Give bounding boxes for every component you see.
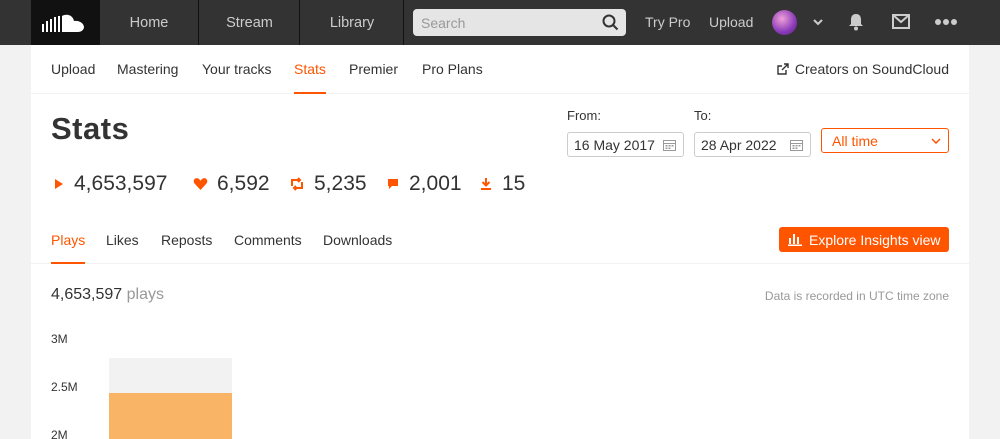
y-tick-label: 2M bbox=[51, 428, 68, 439]
plays-summary-unit: plays bbox=[126, 286, 164, 303]
plays-summary: 4,653,597 plays bbox=[51, 286, 164, 304]
tab-downloads[interactable]: Downloads bbox=[323, 217, 392, 264]
from-label: From: bbox=[567, 108, 601, 123]
more-icon[interactable] bbox=[935, 14, 957, 30]
external-link-icon bbox=[777, 63, 789, 75]
subnav-your-tracks[interactable]: Your tracks bbox=[202, 45, 272, 94]
soundcloud-logo[interactable] bbox=[31, 0, 99, 45]
avatar[interactable] bbox=[772, 10, 797, 35]
creators-link[interactable]: Creators on SoundCloud bbox=[777, 45, 949, 94]
bar-chart-icon bbox=[788, 234, 802, 246]
tab-reposts[interactable]: Reposts bbox=[161, 217, 212, 264]
plays-summary-value: 4,653,597 bbox=[51, 286, 123, 303]
explore-insights-button[interactable]: Explore Insights view bbox=[779, 227, 949, 252]
play-icon bbox=[55, 179, 63, 189]
nav-library[interactable]: Library bbox=[301, 0, 404, 45]
stat-comments-value: 2,001 bbox=[409, 172, 462, 195]
tab-likes[interactable]: Likes bbox=[106, 217, 139, 264]
stat-downloads-value: 15 bbox=[502, 172, 526, 195]
calendar-icon[interactable] bbox=[790, 139, 803, 151]
nav-stream[interactable]: Stream bbox=[200, 0, 300, 45]
to-label: To: bbox=[694, 108, 712, 123]
subnav-upload[interactable]: Upload bbox=[51, 45, 95, 94]
page-title: Stats bbox=[51, 111, 130, 146]
mail-icon[interactable] bbox=[892, 14, 910, 29]
stat-reposts: 5,235 bbox=[289, 172, 367, 196]
to-date-input[interactable]: 28 Apr 2022 bbox=[694, 132, 811, 157]
subnav-pro-plans[interactable]: Pro Plans bbox=[422, 45, 483, 94]
subnav-mastering[interactable]: Mastering bbox=[117, 45, 178, 94]
stat-plays-value: 4,653,597 bbox=[74, 172, 168, 195]
soundcloud-logo-icon bbox=[42, 14, 84, 32]
upload-link[interactable]: Upload bbox=[709, 0, 753, 45]
stat-likes-value: 6,592 bbox=[217, 172, 270, 195]
search-icon[interactable] bbox=[602, 14, 619, 31]
time-range-select[interactable]: All time bbox=[821, 128, 949, 153]
nav-home[interactable]: Home bbox=[99, 0, 199, 45]
top-header: Home Stream Library Search Try Pro Uploa… bbox=[0, 0, 1000, 45]
tab-plays[interactable]: Plays bbox=[51, 217, 86, 264]
try-pro-link[interactable]: Try Pro bbox=[645, 0, 690, 45]
from-date-input[interactable]: 16 May 2017 bbox=[567, 132, 684, 157]
time-range-value: All time bbox=[832, 133, 878, 149]
y-tick-label: 3M bbox=[51, 332, 68, 346]
download-icon bbox=[481, 178, 491, 190]
calendar-icon[interactable] bbox=[663, 139, 676, 151]
stat-likes: 6,592 bbox=[193, 172, 270, 196]
utc-note: Data is recorded in UTC time zone bbox=[764, 289, 949, 303]
bell-icon[interactable] bbox=[848, 13, 864, 31]
comment-icon bbox=[388, 179, 398, 189]
y-tick-label: 2.5M bbox=[51, 380, 78, 394]
main-panel: Upload Mastering Your tracks Stats Premi… bbox=[31, 45, 969, 439]
search-placeholder: Search bbox=[421, 15, 466, 31]
sub-navigation: Upload Mastering Your tracks Stats Premi… bbox=[31, 45, 969, 94]
subnav-premier[interactable]: Premier bbox=[349, 45, 398, 94]
repost-icon bbox=[291, 177, 303, 191]
stat-downloads: 15 bbox=[479, 172, 525, 196]
search-input[interactable]: Search bbox=[413, 9, 626, 36]
chart-bar[interactable] bbox=[109, 392, 232, 439]
subnav-stats[interactable]: Stats bbox=[294, 45, 326, 94]
chevron-down-icon bbox=[931, 138, 941, 144]
creators-label: Creators on SoundCloud bbox=[794, 61, 949, 77]
heart-icon bbox=[193, 178, 208, 190]
stat-plays: 4,653,597 bbox=[51, 172, 167, 196]
tab-comments[interactable]: Comments bbox=[234, 217, 302, 264]
stat-comments: 2,001 bbox=[386, 172, 462, 196]
from-date-value: 16 May 2017 bbox=[574, 137, 655, 153]
explore-insights-label: Explore Insights view bbox=[809, 231, 941, 248]
chevron-down-icon[interactable] bbox=[813, 14, 823, 30]
stat-reposts-value: 5,235 bbox=[314, 172, 367, 195]
to-date-value: 28 Apr 2022 bbox=[701, 137, 777, 153]
